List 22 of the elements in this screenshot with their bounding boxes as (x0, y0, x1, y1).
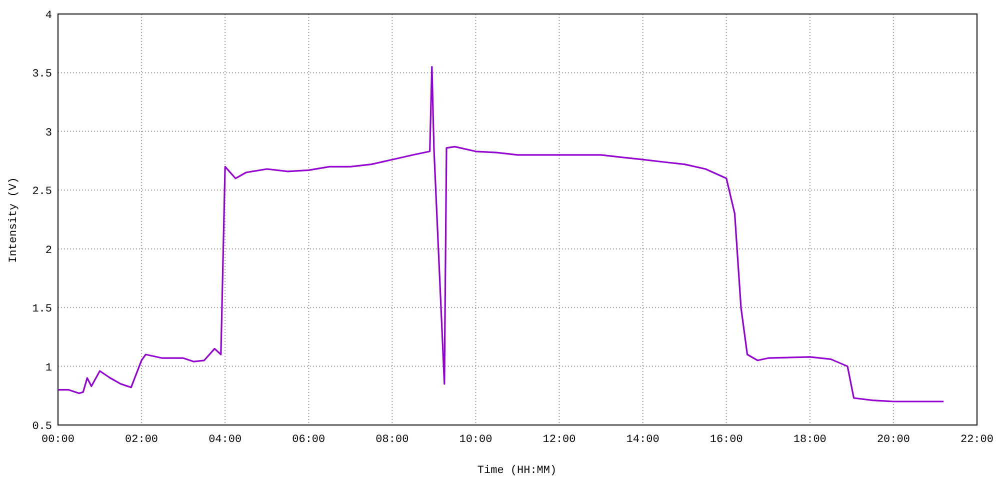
tick-label: 3.5 (32, 68, 52, 81)
y-axis-title: Intensity (V) (8, 177, 20, 263)
tick-label: 22:00 (960, 434, 994, 446)
tick-label: 12:00 (542, 434, 576, 446)
x-axis-title: Time (HH:MM) (477, 465, 557, 477)
tick-label: 10:00 (459, 434, 492, 446)
tick-label: 4 (45, 10, 52, 22)
tick-label: 08:00 (376, 434, 409, 446)
tick-label: 1 (45, 362, 52, 374)
tick-label: 2 (45, 244, 52, 257)
tick-label: 06:00 (292, 434, 326, 446)
tick-label: 20:00 (876, 434, 910, 446)
tick-label: 02:00 (125, 434, 158, 446)
tick-label: 3 (45, 127, 52, 140)
tick-label: 18:00 (793, 434, 826, 446)
tick-label: 0.5 (32, 421, 52, 433)
tick-label: 14:00 (626, 434, 660, 446)
tick-label: 00:00 (42, 434, 74, 446)
tick-label: 1.5 (32, 304, 52, 316)
tick-label: 2.5 (32, 186, 52, 198)
tick-label: 16:00 (710, 434, 743, 446)
tick-label: 04:00 (208, 434, 242, 446)
